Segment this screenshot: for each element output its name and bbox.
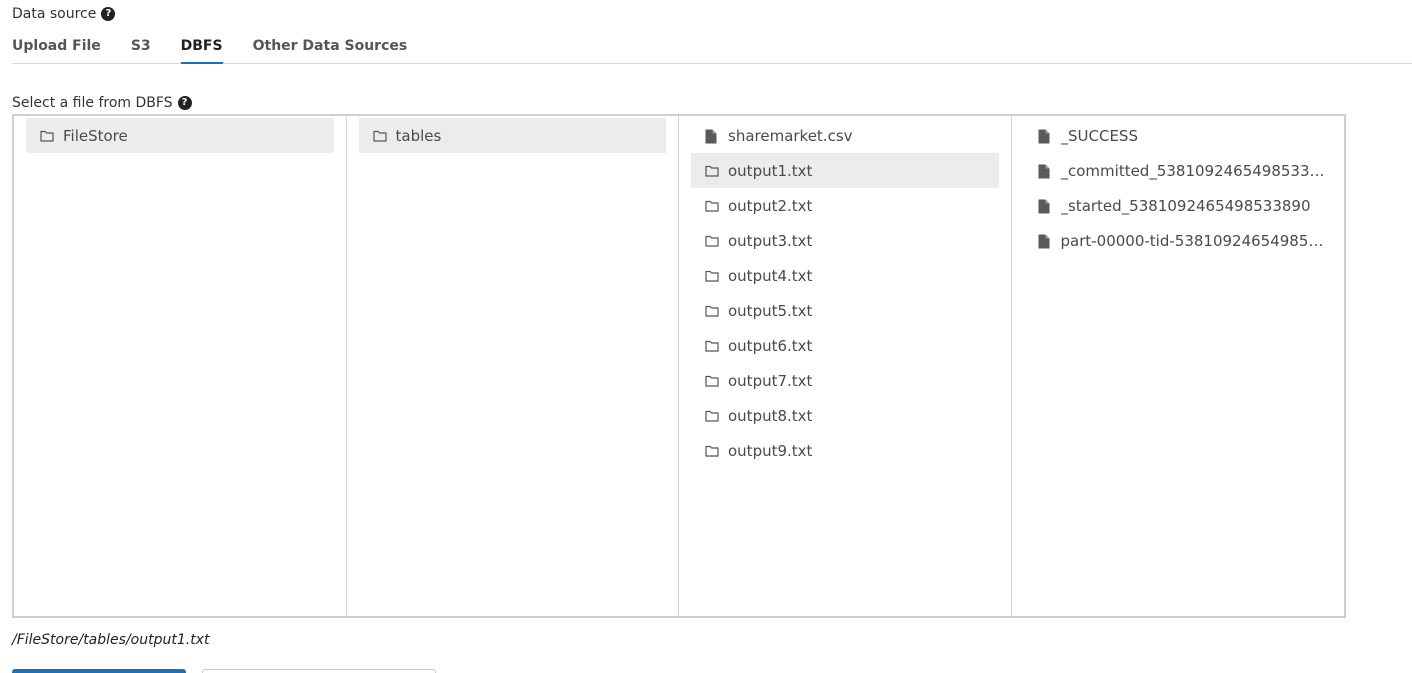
item-name: output1.txt <box>728 161 813 180</box>
page: Data source ? Upload File S3 DBFS Other Dat… <box>0 0 1412 673</box>
item-name: output8.txt <box>728 406 813 425</box>
folder-item[interactable]: output2.txt <box>691 188 999 223</box>
secondary-button[interactable] <box>202 669 436 673</box>
file-icon <box>1038 234 1052 248</box>
file-item[interactable]: sharemarket.csv <box>691 118 999 153</box>
folder-item[interactable]: output3.txt <box>691 223 999 258</box>
folder-icon <box>705 164 719 178</box>
primary-button[interactable] <box>12 669 186 673</box>
selected-path: /FileStore/tables/output1.txt <box>12 632 210 648</box>
item-name: output2.txt <box>728 196 813 215</box>
folder-item[interactable]: output1.txt <box>691 153 999 188</box>
file-icon <box>1038 199 1052 213</box>
folder-item[interactable]: output7.txt <box>691 363 999 398</box>
folder-icon <box>705 304 719 318</box>
item-name: FileStore <box>63 126 128 145</box>
tab-other-data-sources[interactable]: Other Data Sources <box>253 36 408 64</box>
item-name: _committed_5381092465498533890 <box>1060 161 1333 180</box>
tab-upload-file[interactable]: Upload File <box>12 36 101 64</box>
item-name: output4.txt <box>728 266 813 285</box>
item-name: sharemarket.csv <box>728 126 853 145</box>
tab-s3[interactable]: S3 <box>131 36 151 64</box>
folder-icon <box>705 339 719 353</box>
item-name: part-00000-tid-538109246549853... <box>1060 231 1333 250</box>
folder-icon <box>705 374 719 388</box>
item-name: tables <box>395 126 442 145</box>
data-source-header: Data source ? <box>12 4 116 24</box>
browser-column-2: tables <box>347 116 679 616</box>
folder-icon <box>705 234 719 248</box>
folder-item[interactable]: output5.txt <box>691 293 999 328</box>
file-icon <box>1038 129 1052 143</box>
file-item[interactable]: _SUCCESS <box>1024 118 1333 153</box>
dbfs-file-browser: FileStore tables sharemarket.csv output1.tx… <box>12 114 1346 618</box>
item-name: output9.txt <box>728 441 813 460</box>
file-browser-header: Select a file from DBFS ? <box>12 93 192 113</box>
folder-item[interactable]: FileStore <box>26 118 334 153</box>
data-source-tabs: Upload File S3 DBFS Other Data Sources <box>12 36 1412 64</box>
item-name: output6.txt <box>728 336 813 355</box>
item-name: output5.txt <box>728 301 813 320</box>
help-icon[interactable]: ? <box>101 7 116 21</box>
folder-item[interactable]: output8.txt <box>691 398 999 433</box>
file-item[interactable]: _committed_5381092465498533890 <box>1024 153 1333 188</box>
file-browser-label: Select a file from DBFS <box>12 95 173 111</box>
folder-icon <box>40 129 54 143</box>
folder-item[interactable]: tables <box>358 118 666 153</box>
file-item[interactable]: part-00000-tid-538109246549853... <box>1024 223 1333 258</box>
folder-icon <box>705 199 719 213</box>
folder-icon <box>372 129 387 143</box>
help-icon[interactable]: ? <box>177 96 192 110</box>
file-icon <box>1038 164 1052 178</box>
browser-column-1: FileStore <box>14 116 347 616</box>
tab-dbfs[interactable]: DBFS <box>180 36 223 64</box>
folder-item[interactable]: output9.txt <box>691 433 999 468</box>
item-name: output3.txt <box>728 231 813 250</box>
item-name: _started_5381092465498533890 <box>1060 196 1311 215</box>
folder-icon <box>705 444 719 458</box>
data-source-label: Data source <box>12 6 97 22</box>
folder-item[interactable]: output4.txt <box>691 258 999 293</box>
file-item[interactable]: _started_5381092465498533890 <box>1024 188 1333 223</box>
folder-icon <box>705 269 719 283</box>
browser-column-4: _SUCCESS _committed_5381092465498533890 _s… <box>1012 116 1345 616</box>
file-icon <box>705 129 719 143</box>
item-name: _SUCCESS <box>1060 126 1138 145</box>
folder-item[interactable]: output6.txt <box>691 328 999 363</box>
item-name: output7.txt <box>728 371 813 390</box>
browser-column-3: sharemarket.csv output1.txt output2.txt out… <box>679 116 1012 616</box>
folder-icon <box>705 409 719 423</box>
